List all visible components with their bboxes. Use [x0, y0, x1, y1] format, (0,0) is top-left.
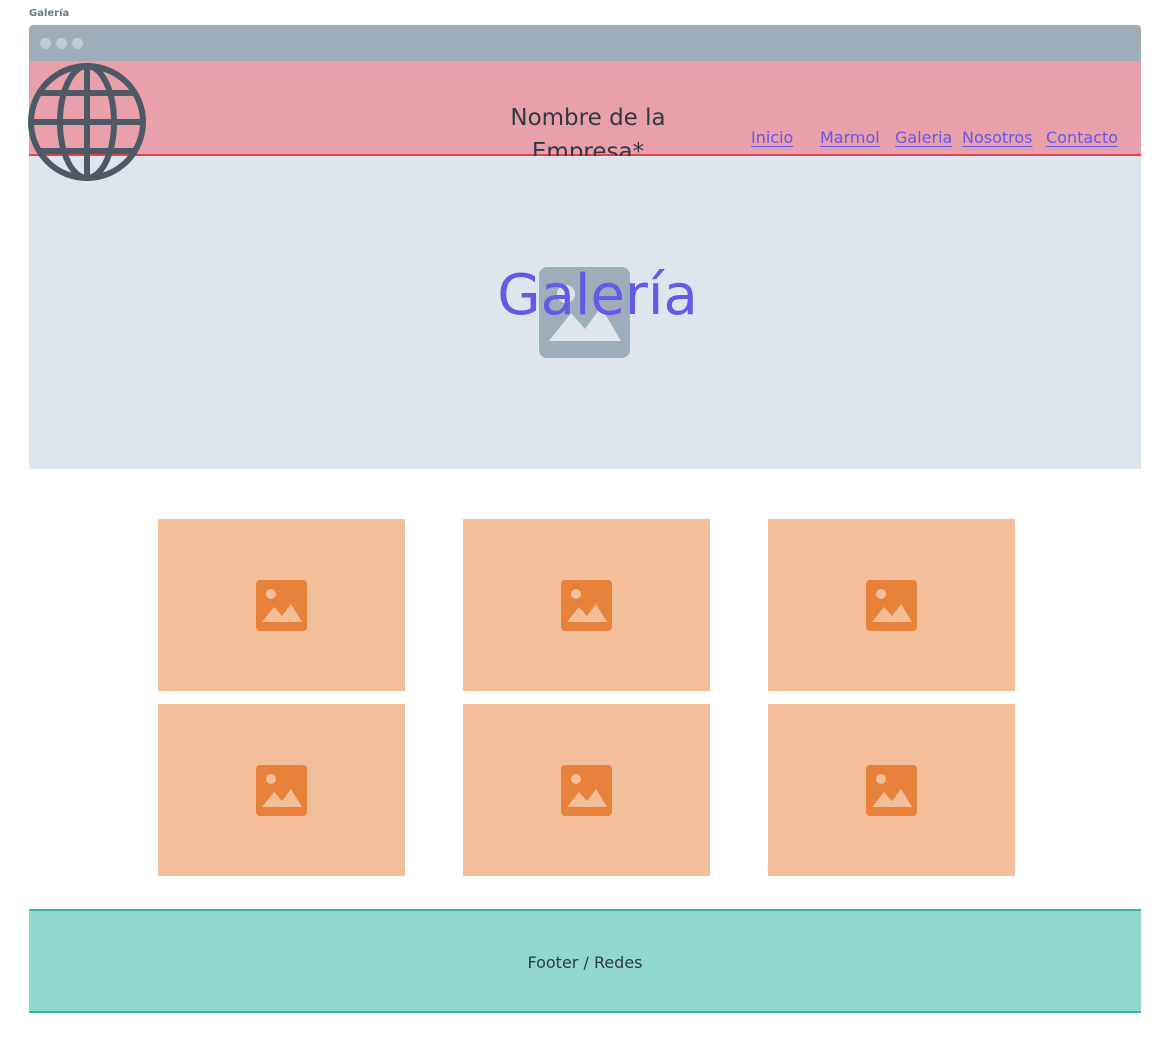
image-icon — [256, 580, 307, 631]
image-icon — [561, 765, 612, 816]
gallery-grid — [29, 469, 1141, 909]
gallery-image[interactable] — [768, 704, 1015, 876]
globe-logo-icon — [28, 63, 146, 181]
nav-link-nosotros[interactable]: Nosotros — [962, 128, 1033, 147]
nav-link-contacto[interactable]: Contacto — [1046, 128, 1118, 147]
gallery-image[interactable] — [463, 519, 710, 691]
gallery-image[interactable] — [158, 704, 405, 876]
hero-banner: Galería — [29, 156, 1141, 469]
gallery-image[interactable] — [768, 519, 1015, 691]
nav-link-galeria[interactable]: Galeria — [895, 128, 952, 147]
image-icon — [866, 580, 917, 631]
site-footer: Footer / Redes — [29, 909, 1141, 1013]
window-dot-icon — [40, 38, 51, 49]
nav-link-inicio[interactable]: Inicio — [751, 128, 793, 147]
gallery-image[interactable] — [463, 704, 710, 876]
browser-window: Nombre de la Empresa* Inicio Marmol Gale… — [28, 25, 1141, 1013]
browser-titlebar — [29, 25, 1141, 61]
nav-link-marmol[interactable]: Marmol — [820, 128, 880, 147]
image-icon — [561, 580, 612, 631]
site-header: Nombre de la Empresa* Inicio Marmol Gale… — [29, 61, 1141, 165]
image-icon — [866, 765, 917, 816]
gallery-image[interactable] — [158, 519, 405, 691]
window-dot-icon — [72, 38, 83, 49]
image-icon — [256, 765, 307, 816]
page-title: Galería — [497, 263, 698, 328]
window-dot-icon — [56, 38, 67, 49]
footer-text: Footer / Redes — [527, 953, 643, 972]
frame-label: Galería — [29, 8, 70, 19]
